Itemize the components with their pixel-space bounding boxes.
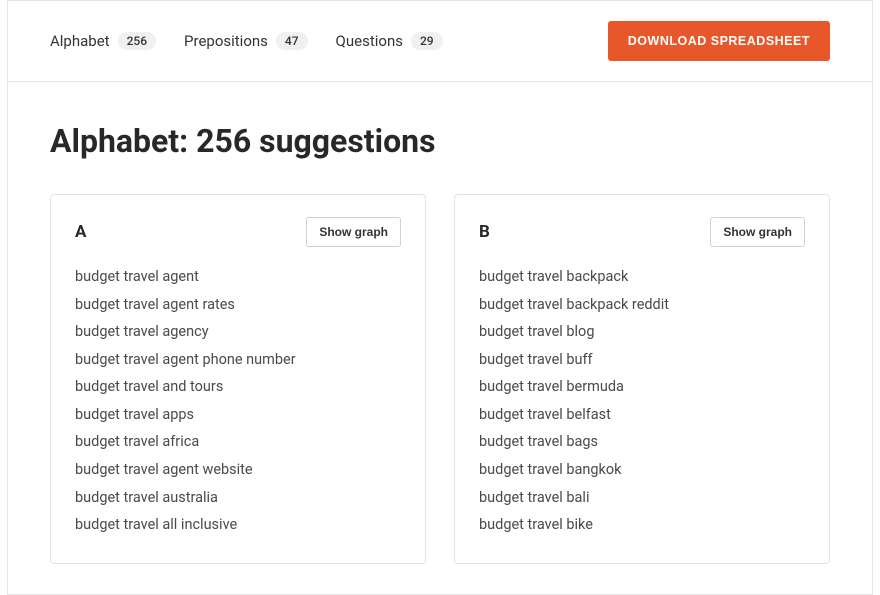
list-item[interactable]: budget travel all inclusive (75, 515, 401, 535)
list-item[interactable]: budget travel bike (479, 515, 805, 535)
list-item[interactable]: budget travel belfast (479, 405, 805, 425)
list-item[interactable]: budget travel bermuda (479, 377, 805, 397)
card-letter: B (479, 222, 490, 242)
list-item[interactable]: budget travel australia (75, 488, 401, 508)
tab-label: Prepositions (184, 32, 268, 50)
top-bar: Alphabet 256 Prepositions 47 Questions 2… (8, 0, 872, 82)
tab-questions[interactable]: Questions 29 (336, 32, 443, 50)
download-spreadsheet-button[interactable]: DOWNLOAD SPREADSHEET (608, 21, 830, 61)
list-item[interactable]: budget travel buff (479, 350, 805, 370)
card-header: B Show graph (479, 217, 805, 247)
main-content: Alphabet: 256 suggestions A Show graph b… (8, 82, 872, 594)
tab-badge: 256 (118, 32, 156, 50)
suggestion-list: budget travel backpack budget travel bac… (479, 267, 805, 535)
list-item[interactable]: budget travel bali (479, 488, 805, 508)
list-item[interactable]: budget travel agent phone number (75, 350, 401, 370)
list-item[interactable]: budget travel backpack reddit (479, 295, 805, 315)
show-graph-button[interactable]: Show graph (710, 217, 805, 247)
card-header: A Show graph (75, 217, 401, 247)
tabs-group: Alphabet 256 Prepositions 47 Questions 2… (50, 32, 443, 50)
list-item[interactable]: budget travel blog (479, 322, 805, 342)
list-item[interactable]: budget travel agent rates (75, 295, 401, 315)
list-item[interactable]: budget travel apps (75, 405, 401, 425)
card-b: B Show graph budget travel backpack budg… (454, 194, 830, 564)
tab-prepositions[interactable]: Prepositions 47 (184, 32, 308, 50)
cards-container: A Show graph budget travel agent budget … (50, 194, 830, 564)
list-item[interactable]: budget travel agent (75, 267, 401, 287)
card-letter: A (75, 222, 86, 242)
card-a: A Show graph budget travel agent budget … (50, 194, 426, 564)
tab-badge: 29 (411, 32, 443, 50)
list-item[interactable]: budget travel agent website (75, 460, 401, 480)
list-item[interactable]: budget travel bangkok (479, 460, 805, 480)
list-item[interactable]: budget travel and tours (75, 377, 401, 397)
list-item[interactable]: budget travel backpack (479, 267, 805, 287)
page-heading: Alphabet: 256 suggestions (50, 122, 830, 160)
tab-badge: 47 (276, 32, 308, 50)
list-item[interactable]: budget travel africa (75, 432, 401, 452)
tab-alphabet[interactable]: Alphabet 256 (50, 32, 156, 50)
show-graph-button[interactable]: Show graph (306, 217, 401, 247)
tab-label: Questions (336, 32, 403, 50)
list-item[interactable]: budget travel bags (479, 432, 805, 452)
suggestion-list: budget travel agent budget travel agent … (75, 267, 401, 535)
tab-label: Alphabet (50, 32, 110, 50)
list-item[interactable]: budget travel agency (75, 322, 401, 342)
